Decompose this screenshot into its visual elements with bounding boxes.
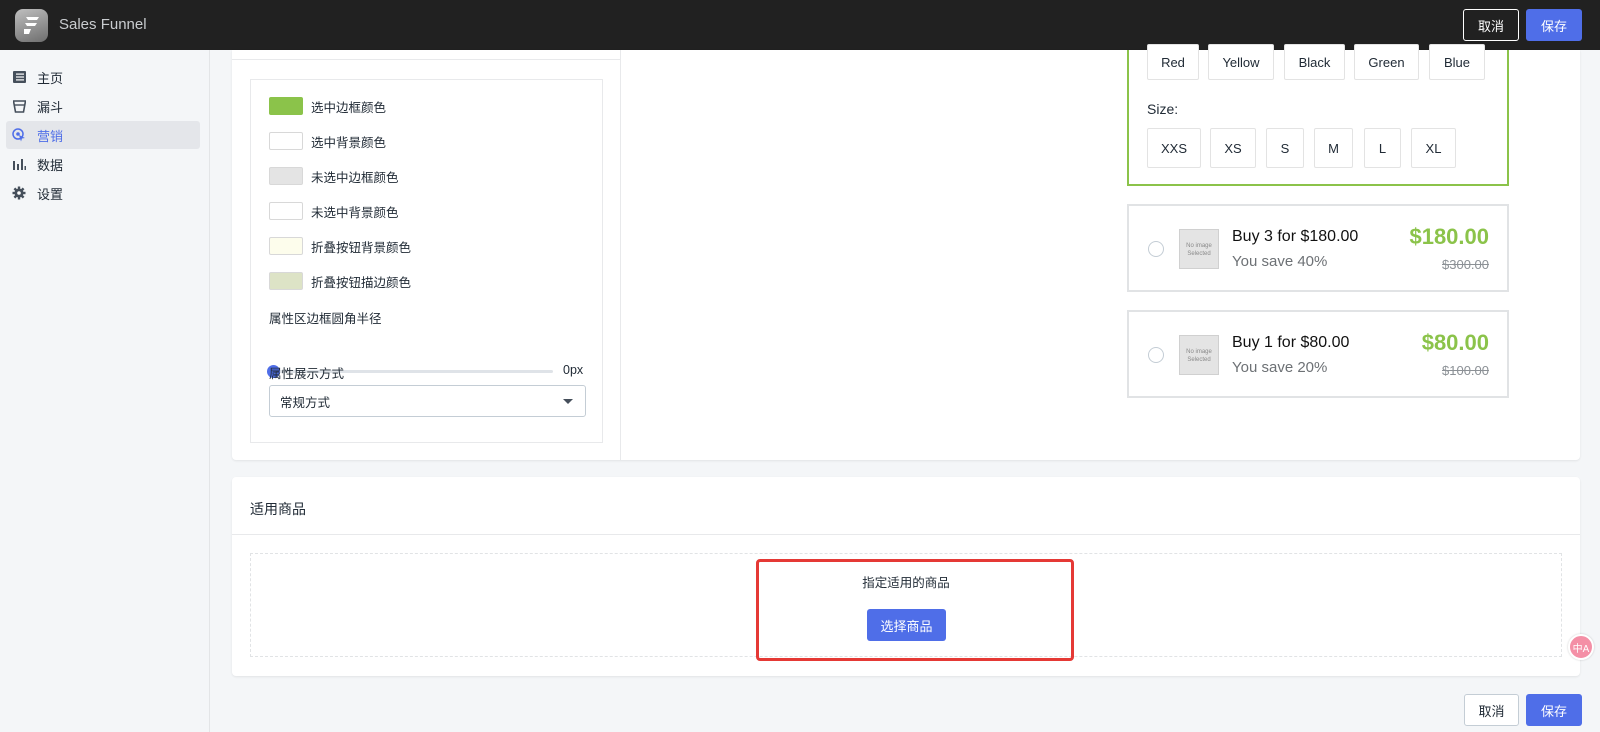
app-title: Sales Funnel bbox=[59, 16, 147, 33]
offer-radio[interactable] bbox=[1148, 347, 1164, 363]
color-setting-row[interactable]: 折叠按钮背景颜色 bbox=[269, 237, 411, 255]
color-setting-label: 选中边框颜色 bbox=[311, 99, 387, 115]
funnel-icon bbox=[11, 98, 27, 114]
offer-savings: You save 40% bbox=[1232, 253, 1328, 270]
color-setting-row[interactable]: 未选中背景颜色 bbox=[269, 202, 399, 220]
offer-radio[interactable] bbox=[1148, 241, 1164, 257]
offer-title: Buy 1 for $80.00 bbox=[1232, 334, 1350, 351]
footer-save-button[interactable]: 保存 bbox=[1526, 694, 1582, 726]
color-swatch[interactable] bbox=[269, 272, 303, 290]
display-mode-value: 常规方式 bbox=[280, 394, 331, 410]
section-title: 适用商品 bbox=[250, 502, 306, 518]
offer-savings: You save 20% bbox=[1232, 359, 1328, 376]
color-option[interactable]: Red bbox=[1147, 44, 1199, 80]
sidebar: 主页 漏斗 营销 数据 设置 bbox=[0, 50, 210, 732]
sidebar-item-label: 漏斗 bbox=[37, 100, 64, 116]
sidebar-item-label: 主页 bbox=[37, 71, 64, 87]
product-image-placeholder: No image Selected bbox=[1179, 335, 1219, 375]
color-swatch[interactable] bbox=[269, 132, 303, 150]
sidebar-item-funnel[interactable]: 漏斗 bbox=[6, 92, 200, 120]
footer-cancel-button[interactable]: 取消 bbox=[1464, 694, 1519, 726]
list-icon bbox=[11, 69, 27, 85]
color-setting-row[interactable]: 折叠按钮描边颜色 bbox=[269, 272, 411, 290]
offer-option[interactable]: No image Selected Buy 1 for $80.00 You s… bbox=[1127, 310, 1509, 398]
offer-price: $180.00 bbox=[1409, 224, 1489, 249]
color-setting-row[interactable]: 选中背景颜色 bbox=[269, 132, 386, 150]
size-option[interactable]: XS bbox=[1210, 128, 1256, 168]
color-settings-panel: 选中边框颜色 选中背景颜色 未选中边框颜色 未选中背景颜色 折叠按钮背景颜色 折… bbox=[250, 79, 603, 443]
translate-widget-icon[interactable]: 中A bbox=[1568, 634, 1594, 660]
size-label: Size: bbox=[1147, 101, 1179, 117]
size-option[interactable]: M bbox=[1314, 128, 1353, 168]
size-option[interactable]: XL bbox=[1411, 128, 1456, 168]
divider bbox=[232, 59, 621, 60]
bar-chart-icon bbox=[11, 156, 27, 172]
color-swatch[interactable] bbox=[269, 237, 303, 255]
preview-panel: Red Yellow Black Green Blue Size: XXS XS… bbox=[639, 44, 1562, 443]
save-button[interactable]: 保存 bbox=[1526, 9, 1582, 41]
color-option[interactable]: Green bbox=[1354, 44, 1419, 80]
sidebar-item-label: 营销 bbox=[37, 129, 64, 145]
offer-original-price: $100.00 bbox=[1442, 363, 1489, 378]
settings-column: 选中边框颜色 选中背景颜色 未选中边框颜色 未选中背景颜色 折叠按钮背景颜色 折… bbox=[232, 50, 621, 460]
color-setting-row[interactable]: 未选中边框颜色 bbox=[269, 167, 399, 185]
sidebar-item-settings[interactable]: 设置 bbox=[6, 179, 200, 207]
color-option[interactable]: Yellow bbox=[1208, 44, 1274, 80]
marketing-icon bbox=[11, 127, 27, 143]
radius-label: 属性区边框圆角半径 bbox=[269, 311, 382, 326]
variant-selector-box: Red Yellow Black Green Blue Size: XXS XS… bbox=[1127, 44, 1509, 186]
sidebar-item-data[interactable]: 数据 bbox=[6, 150, 200, 178]
color-swatch[interactable] bbox=[269, 202, 303, 220]
color-setting-label: 选中背景颜色 bbox=[311, 134, 387, 150]
color-swatch[interactable] bbox=[269, 97, 303, 115]
offer-title: Buy 3 for $180.00 bbox=[1232, 228, 1359, 245]
cancel-button[interactable]: 取消 bbox=[1463, 9, 1519, 41]
display-mode-select[interactable]: 常规方式 bbox=[269, 385, 586, 417]
size-option[interactable]: XXS bbox=[1147, 128, 1201, 168]
offer-original-price: $300.00 bbox=[1442, 257, 1489, 272]
gear-icon bbox=[11, 185, 27, 201]
color-setting-row[interactable]: 选中边框颜色 bbox=[269, 97, 386, 115]
choose-product-button[interactable]: 选择商品 bbox=[867, 609, 946, 641]
product-prompt: 指定适用的商品 bbox=[862, 575, 950, 590]
color-swatch[interactable] bbox=[269, 167, 303, 185]
product-image-placeholder: No image Selected bbox=[1179, 229, 1219, 269]
sidebar-item-home[interactable]: 主页 bbox=[6, 63, 200, 91]
offer-price: $80.00 bbox=[1421, 330, 1489, 355]
sidebar-item-label: 数据 bbox=[37, 158, 64, 174]
size-option[interactable]: L bbox=[1364, 128, 1401, 168]
applicable-products-card: 适用商品 指定适用的商品 选择商品 bbox=[232, 477, 1580, 676]
sidebar-item-label: 设置 bbox=[37, 187, 64, 203]
color-setting-label: 未选中边框颜色 bbox=[311, 169, 399, 185]
color-setting-label: 折叠按钮描边颜色 bbox=[311, 274, 412, 290]
radius-value: 0px bbox=[563, 363, 584, 377]
color-setting-label: 未选中背景颜色 bbox=[311, 204, 399, 220]
style-settings-card: 选中边框颜色 选中背景颜色 未选中边框颜色 未选中背景颜色 折叠按钮背景颜色 折… bbox=[232, 44, 1580, 460]
display-mode-label: 属性展示方式 bbox=[269, 366, 345, 381]
app-logo bbox=[15, 9, 48, 42]
divider bbox=[232, 534, 1580, 535]
size-option[interactable]: S bbox=[1266, 128, 1304, 168]
top-bar: Sales Funnel 取消 保存 bbox=[0, 0, 1600, 50]
caret-down-icon bbox=[563, 399, 573, 404]
color-option[interactable]: Blue bbox=[1429, 44, 1485, 80]
offer-option[interactable]: No image Selected Buy 3 for $180.00 You … bbox=[1127, 204, 1509, 292]
color-setting-label: 折叠按钮背景颜色 bbox=[311, 239, 412, 255]
color-option[interactable]: Black bbox=[1284, 44, 1345, 80]
sidebar-item-marketing[interactable]: 营销 bbox=[6, 121, 200, 149]
